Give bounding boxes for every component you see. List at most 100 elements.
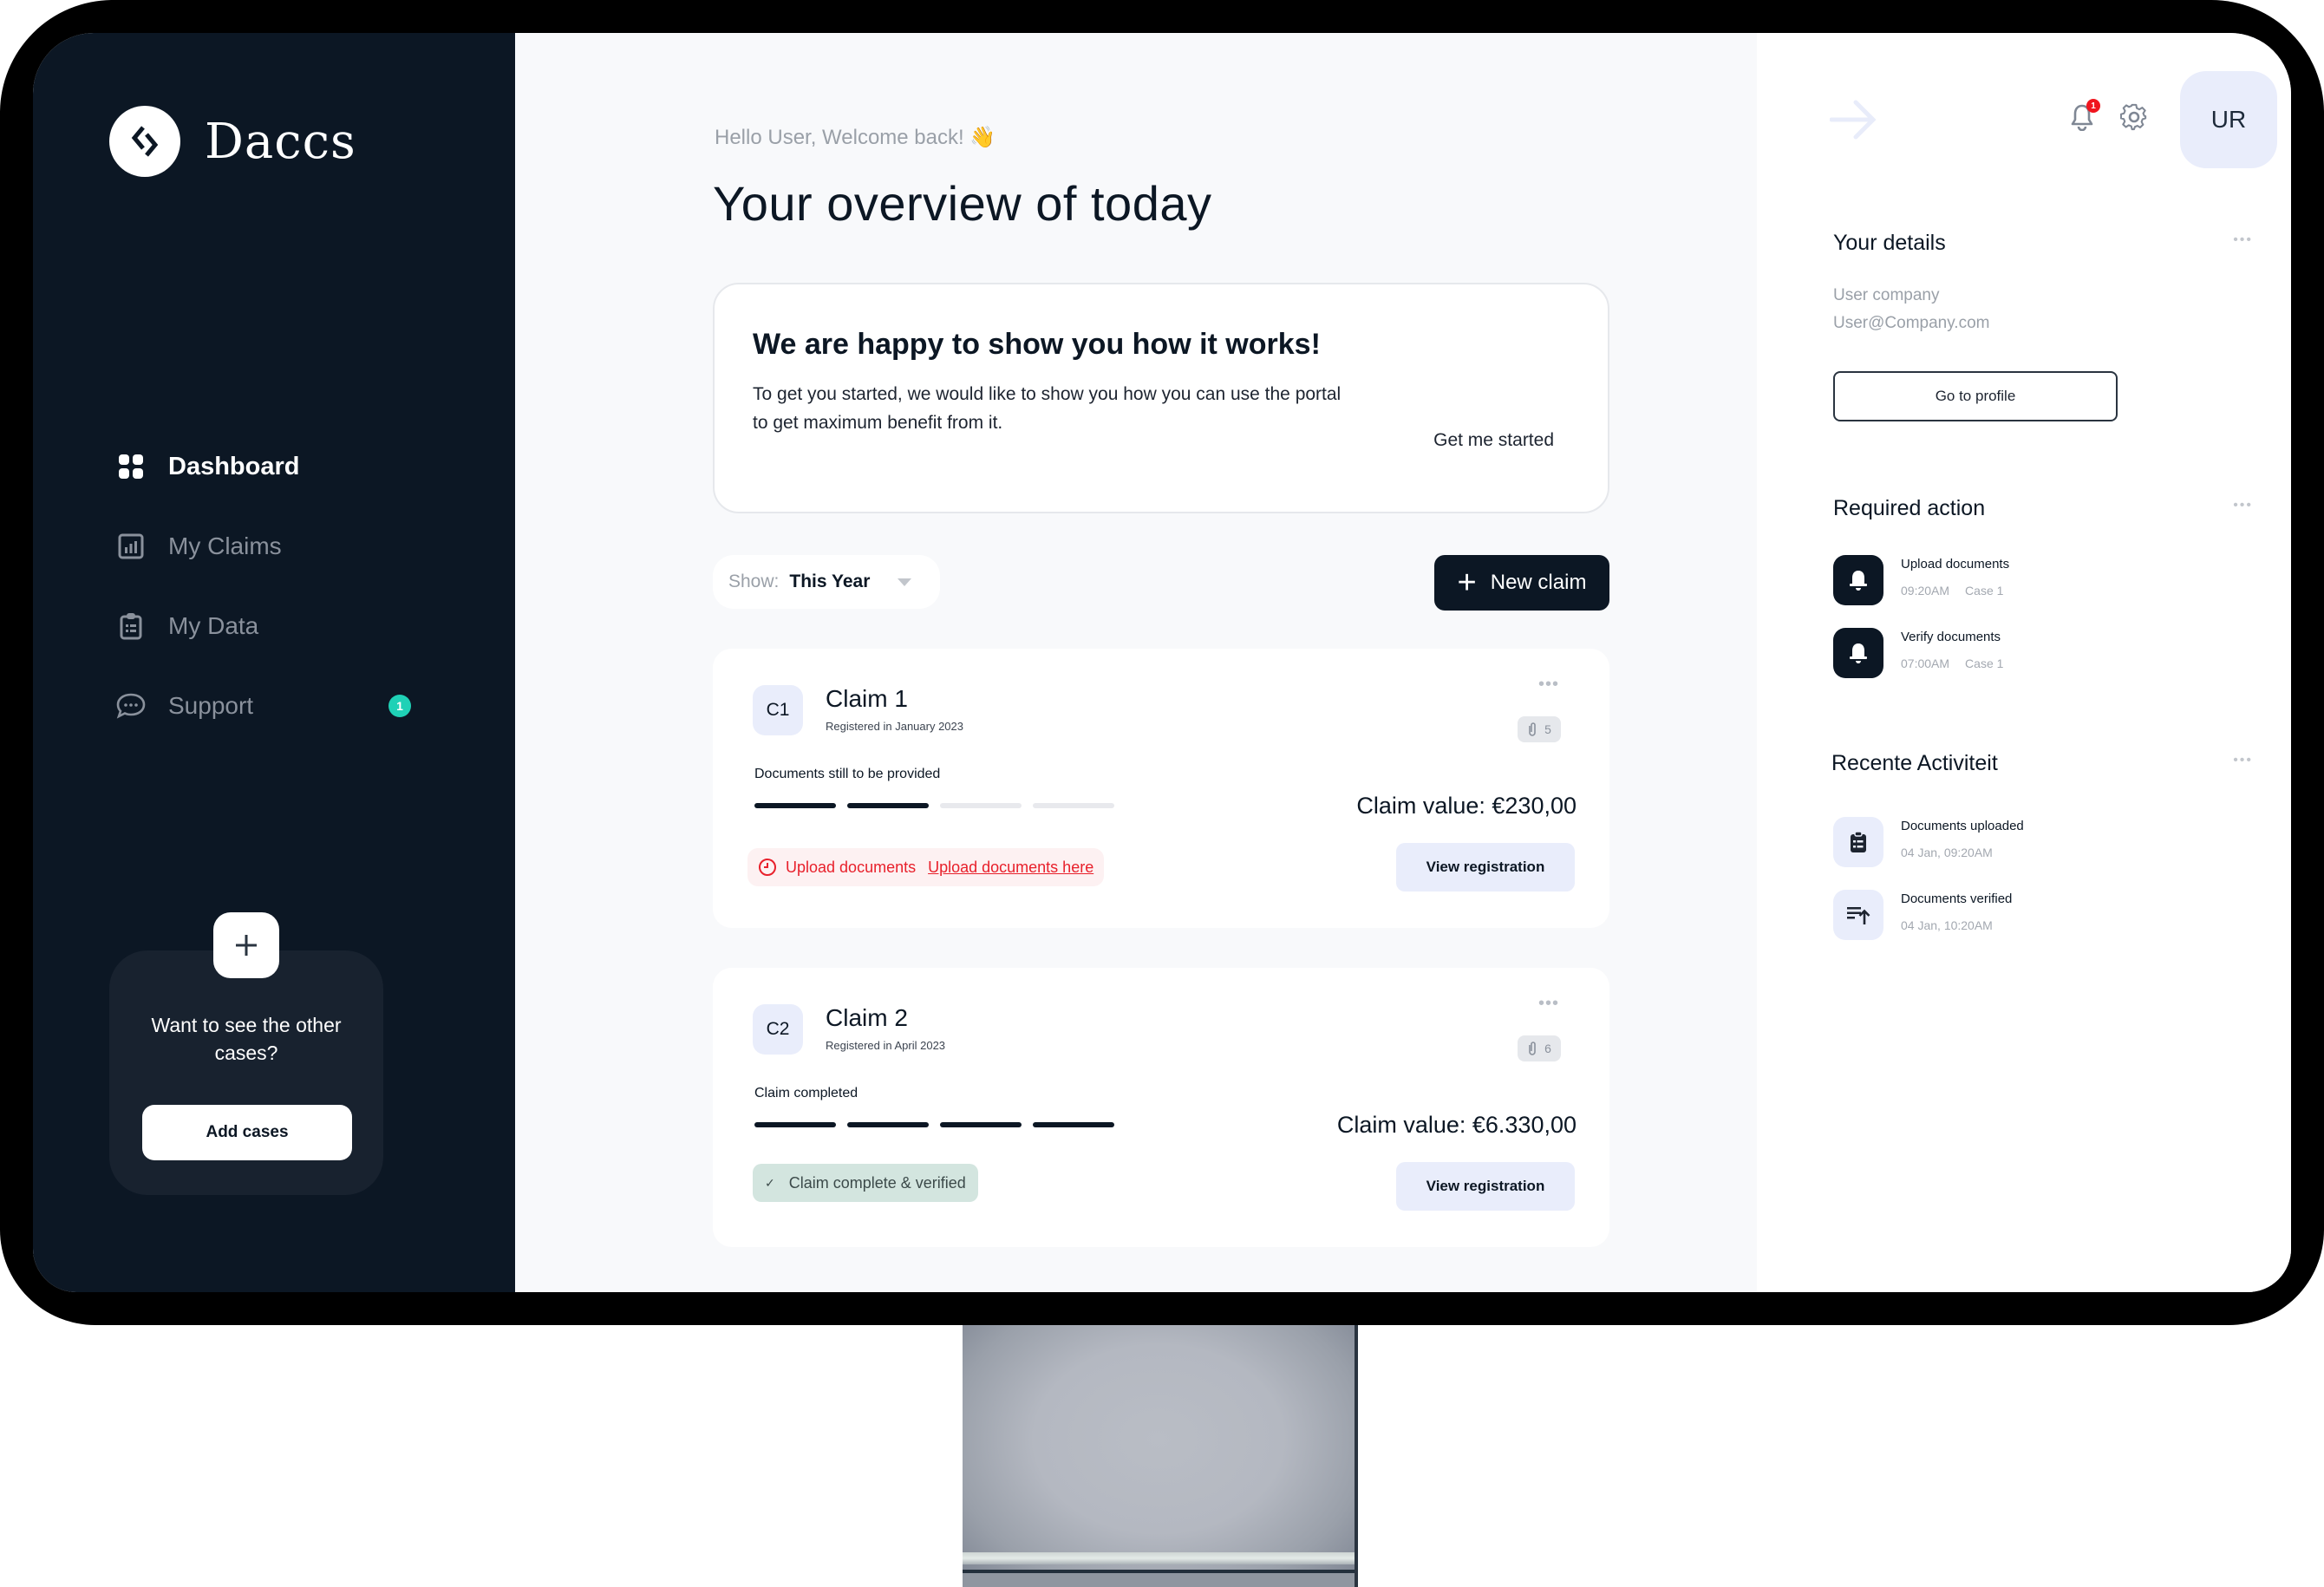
more-options-icon[interactable]: •••	[2233, 498, 2253, 513]
plus-icon: +	[1457, 565, 1477, 601]
action-case: Case 1	[1965, 584, 2004, 598]
page-title: Your overview of today	[713, 176, 1212, 231]
filter-label: Show:	[728, 571, 780, 591]
welcome-greeting: Hello User, Welcome back! 👋	[715, 126, 996, 149]
right-panel: 1 UR Your details ••• User company User@…	[1757, 33, 2291, 1292]
clock-icon	[759, 859, 776, 876]
more-options-icon[interactable]: •••	[1538, 675, 1559, 695]
plus-icon	[236, 935, 257, 956]
action-meta: 07:00AM Case 1	[1901, 656, 2003, 670]
app-screen: Daccs Dashboard My Claims My Data Suppor…	[33, 33, 2291, 1292]
recent-activity-title: Recente Activiteit	[1831, 751, 1998, 775]
claim-value: Claim value: €230,00	[1356, 793, 1577, 819]
claim-registered-date: Registered in April 2023	[826, 1039, 946, 1052]
settings-button[interactable]	[2119, 102, 2149, 132]
period-filter-dropdown[interactable]: Show: This Year	[713, 555, 940, 609]
monitor-stand	[963, 1318, 1358, 1587]
progress-segment	[940, 803, 1022, 808]
progress-segment	[754, 803, 836, 808]
required-action-item[interactable]: Upload documents 09:20AM Case 1	[1833, 555, 2009, 605]
arrow-right-icon[interactable]	[1829, 99, 1877, 145]
your-details-title: Your details	[1833, 231, 1946, 255]
claim-progress-bar	[754, 803, 1114, 808]
view-registration-button[interactable]: View registration	[1396, 843, 1575, 891]
sort-upload-icon	[1833, 890, 1883, 940]
activity-time: 04 Jan, 10:20AM	[1901, 918, 1993, 932]
verified-label: Claim complete & verified	[788, 1173, 966, 1192]
progress-segment	[847, 803, 929, 808]
sidebar-item-label: My Data	[168, 612, 259, 639]
progress-segment	[847, 1122, 929, 1127]
monitor-bezel: Daccs Dashboard My Claims My Data Suppor…	[0, 0, 2324, 1325]
bell-icon	[1833, 628, 1883, 678]
add-case-plus-button[interactable]	[213, 912, 279, 978]
sidebar-item-my-data[interactable]: My Data	[116, 609, 411, 643]
user-email: User@Company.com	[1833, 314, 1990, 332]
attachments-number: 6	[1544, 1042, 1551, 1055]
progress-segment	[940, 1122, 1022, 1127]
sidebar-item-support[interactable]: Support 1	[116, 689, 411, 723]
claim-registered-date: Registered in January 2023	[826, 720, 963, 733]
user-avatar[interactable]: UR	[2180, 71, 2277, 168]
claim-value: Claim value: €6.330,00	[1336, 1112, 1577, 1138]
sidebar-item-dashboard[interactable]: Dashboard	[116, 449, 411, 484]
action-meta: 09:20AM Case 1	[1901, 584, 2009, 598]
user-company: User company	[1833, 286, 1940, 304]
activity-title: Documents uploaded	[1901, 819, 2024, 833]
go-to-profile-button[interactable]: Go to profile	[1833, 371, 2118, 421]
onboarding-body: To get you started, we would like to sho…	[753, 384, 1342, 433]
action-time: 07:00AM	[1901, 656, 1950, 670]
stand-highlight	[963, 1552, 1355, 1564]
claim-status: Documents still to be provided	[754, 767, 941, 781]
activity-title: Documents verified	[1901, 891, 2013, 906]
action-title: Verify documents	[1901, 630, 2001, 644]
more-options-icon[interactable]: •••	[1538, 994, 1559, 1014]
brand-name: Daccs	[205, 113, 356, 170]
more-options-icon[interactable]: •••	[2233, 232, 2253, 248]
brand-logo[interactable]: Daccs	[109, 106, 356, 177]
sidebar-item-label: My Claims	[168, 532, 282, 559]
claim-card: C2 Claim 2 Registered in April 2023 ••• …	[713, 968, 1609, 1247]
get-started-button[interactable]: Get me started	[1433, 430, 1554, 451]
sidebar-item-my-claims[interactable]: My Claims	[116, 529, 411, 564]
upload-documents-link[interactable]: Upload documents here	[928, 859, 1093, 877]
attachments-count[interactable]: 6	[1518, 1035, 1561, 1061]
activity-item[interactable]: Documents verified 04 Jan, 10:20AM	[1833, 890, 2012, 940]
required-action-item[interactable]: Verify documents 07:00AM Case 1	[1833, 628, 2003, 678]
alert-label: Upload documents	[786, 858, 917, 876]
other-cases-text: Want to see the other cases?	[151, 1014, 342, 1064]
other-cases-card: Want to see the other cases? Add cases	[109, 912, 383, 1195]
onboarding-title: We are happy to show you how it works!	[753, 328, 1321, 361]
required-action-title: Required action	[1833, 496, 1986, 520]
chat-bubble-icon	[116, 691, 146, 721]
notifications-button[interactable]: 1	[2067, 99, 2100, 132]
claim-name: Claim 1	[826, 685, 908, 712]
notifications-badge: 1	[2086, 99, 2100, 113]
paperclip-icon	[1529, 1042, 1536, 1055]
new-claim-label: New claim	[1490, 571, 1587, 594]
upload-documents-alert: Upload documents Upload documents here	[747, 848, 1105, 886]
action-time: 09:20AM	[1901, 584, 1950, 598]
action-title: Upload documents	[1901, 557, 2010, 571]
claim-status: Claim completed	[754, 1086, 858, 1100]
activity-time: 04 Jan, 09:20AM	[1901, 846, 1993, 859]
progress-segment	[1033, 803, 1114, 808]
attachments-count[interactable]: 5	[1518, 716, 1561, 742]
activity-item[interactable]: Documents uploaded 04 Jan, 09:20AM	[1833, 817, 2024, 867]
progress-segment	[754, 1122, 836, 1127]
sidebar-nav: Dashboard My Claims My Data Support 1	[116, 449, 411, 768]
bar-chart-icon	[116, 532, 146, 561]
add-cases-button[interactable]: Add cases	[142, 1105, 352, 1160]
sidebar-item-label: Dashboard	[168, 452, 300, 480]
more-options-icon[interactable]: •••	[2233, 753, 2253, 768]
new-claim-button[interactable]: + New claim	[1434, 555, 1609, 611]
claim-card: C1 Claim 1 Registered in January 2023 ••…	[713, 649, 1609, 928]
claim-badge: C2	[753, 1004, 803, 1055]
stand-base	[963, 1570, 1355, 1587]
sidebar: Daccs Dashboard My Claims My Data Suppor…	[33, 33, 515, 1292]
view-registration-button[interactable]: View registration	[1396, 1162, 1575, 1211]
paperclip-icon	[1529, 722, 1536, 736]
support-unread-badge: 1	[388, 695, 411, 717]
logo-icon	[109, 106, 180, 177]
claim-name: Claim 2	[826, 1004, 908, 1031]
